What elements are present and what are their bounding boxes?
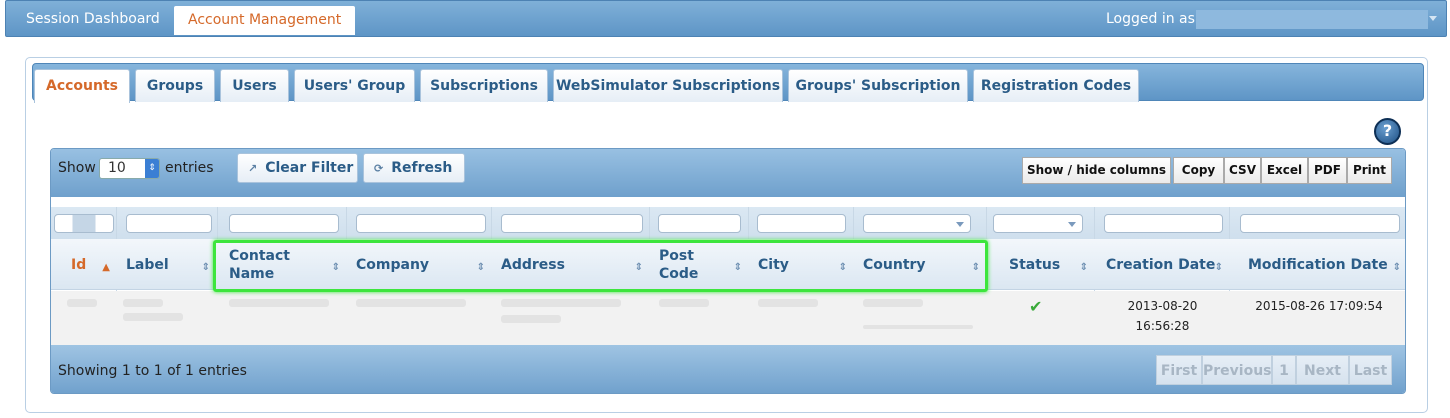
tab-subscriptions[interactable]: Subscriptions	[420, 69, 548, 102]
column-header-country[interactable]: Country ⇕	[863, 239, 986, 290]
main-panel: Accounts Groups Users Users' Group Subsc…	[25, 57, 1428, 413]
nav-account-management[interactable]: Account Management	[174, 6, 356, 35]
city-filter[interactable]	[757, 214, 846, 233]
column-header-contact-name[interactable]: Contact Name ⇕	[229, 239, 346, 290]
table-footer: Showing 1 to 1 of 1 entries First Previo…	[51, 345, 1405, 393]
sort-icon: ⇕	[733, 262, 742, 273]
post-code-filter[interactable]	[658, 214, 741, 233]
chevron-down-icon	[1068, 222, 1076, 227]
modification-date-cell: 2015-08-26 17:09:54	[1255, 299, 1383, 313]
table-row[interactable]: ✔ 2013-08-20 16:56:28 2015-08-26 17:09:54	[51, 291, 1405, 345]
pdf-button[interactable]: PDF	[1308, 157, 1347, 184]
creation-date-filter[interactable]	[1104, 214, 1223, 233]
column-header-city[interactable]: City ⇕	[758, 239, 853, 290]
blurred-label	[123, 299, 163, 307]
user-menu[interactable]	[1196, 10, 1428, 29]
refresh-button[interactable]: ⟳ Refresh	[363, 153, 465, 183]
sort-icon: ⇕	[201, 262, 210, 273]
sort-icon: ⇕	[838, 262, 847, 273]
column-header-label[interactable]: Label ⇕	[126, 239, 216, 290]
sort-icon: ⇕	[1079, 262, 1088, 273]
show-hide-columns-button[interactable]: Show / hide columns	[1022, 157, 1171, 184]
column-header-status[interactable]: Status ⇕	[1009, 239, 1094, 290]
blurred-address	[501, 299, 621, 307]
print-button[interactable]: Print	[1347, 157, 1392, 184]
clear-filter-button[interactable]: ↗ Clear Filter	[237, 153, 358, 183]
entries-select[interactable]: 10 ⇕	[99, 158, 160, 179]
sort-icon: ⇕	[331, 262, 340, 273]
blurred-city	[758, 299, 818, 307]
column-header-creation-date[interactable]: Creation Date ⇕	[1106, 239, 1229, 290]
column-header-address[interactable]: Address ⇕	[501, 239, 649, 290]
filter-row	[51, 207, 1405, 239]
blurred-contact-name	[229, 299, 329, 307]
tab-registration-codes[interactable]: Registration Codes	[973, 69, 1139, 102]
help-icon[interactable]: ?	[1374, 118, 1401, 145]
sort-icon: ⇕	[971, 262, 980, 273]
page-1-button[interactable]: 1	[1272, 355, 1296, 385]
chevron-updown-icon: ⇕	[145, 159, 159, 178]
sort-icon: ⇕	[1392, 262, 1401, 273]
chevron-down-icon	[956, 222, 964, 227]
creation-date-cell: 2013-08-20 16:56:28	[1127, 299, 1198, 333]
column-header-modification-date[interactable]: Modification Date ⇕	[1248, 239, 1405, 290]
sort-icon: ⇕	[634, 262, 643, 273]
tab-accounts[interactable]: Accounts	[34, 69, 130, 103]
status-filter[interactable]	[993, 214, 1083, 233]
next-page-button[interactable]: Next	[1296, 355, 1349, 385]
blurred-country	[863, 299, 923, 307]
tab-bar: Accounts Groups Users Users' Group Subsc…	[32, 63, 1424, 103]
showing-info: Showing 1 to 1 of 1 entries	[58, 363, 247, 379]
tab-groups-subscription[interactable]: Groups' Subscription	[788, 69, 968, 102]
contact-name-filter[interactable]	[229, 214, 339, 233]
blurred-company	[356, 299, 466, 307]
table-header: Id ▲ Label ⇕ Contact Name ⇕ Company ⇕ Addres…	[51, 239, 1405, 290]
status-check-icon: ✔	[1029, 297, 1043, 316]
logged-in-label: Logged in as	[1106, 11, 1195, 27]
last-page-button[interactable]: Last	[1349, 355, 1392, 385]
copy-button[interactable]: Copy	[1173, 157, 1224, 184]
sort-icon: ⇕	[1214, 262, 1223, 273]
company-filter[interactable]	[356, 214, 486, 233]
tab-users[interactable]: Users	[220, 69, 289, 102]
tab-users-group[interactable]: Users' Group	[294, 69, 415, 102]
arrow-icon: ↗	[248, 162, 258, 175]
blurred-id	[67, 299, 97, 307]
previous-page-button[interactable]: Previous	[1202, 355, 1272, 385]
column-header-id[interactable]: Id ▲	[71, 239, 116, 290]
show-label: Show	[58, 160, 96, 176]
address-filter[interactable]	[501, 214, 643, 233]
refresh-icon: ⟳	[374, 162, 384, 175]
column-header-company[interactable]: Company ⇕	[356, 239, 491, 290]
country-filter[interactable]	[863, 214, 971, 233]
csv-button[interactable]: CSV	[1224, 157, 1261, 184]
modification-date-filter[interactable]	[1240, 214, 1400, 233]
column-header-post-code[interactable]: Post Code ⇕	[659, 239, 748, 290]
tab-websimulator-subscriptions[interactable]: WebSimulator Subscriptions	[553, 69, 783, 102]
entries-label: entries	[165, 160, 214, 176]
chevron-down-icon[interactable]	[1429, 16, 1437, 21]
excel-button[interactable]: Excel	[1261, 157, 1308, 184]
tab-groups[interactable]: Groups	[135, 69, 215, 102]
first-page-button[interactable]: First	[1156, 355, 1202, 385]
label-filter[interactable]	[126, 214, 212, 233]
sort-asc-icon: ▲	[102, 262, 110, 273]
table-toolbar: Show 10 ⇕ entries ↗ Clear Filter ⟳ Refresh …	[51, 149, 1405, 197]
sort-icon: ⇕	[476, 262, 485, 273]
id-range-filter[interactable]	[54, 214, 114, 233]
blurred-post-code	[659, 299, 709, 307]
nav-session-dashboard[interactable]: Session Dashboard	[26, 1, 160, 37]
top-nav-bar: Session Dashboard Account Management Log…	[5, 0, 1447, 37]
accounts-table: Show 10 ⇕ entries ↗ Clear Filter ⟳ Refresh …	[50, 148, 1406, 394]
